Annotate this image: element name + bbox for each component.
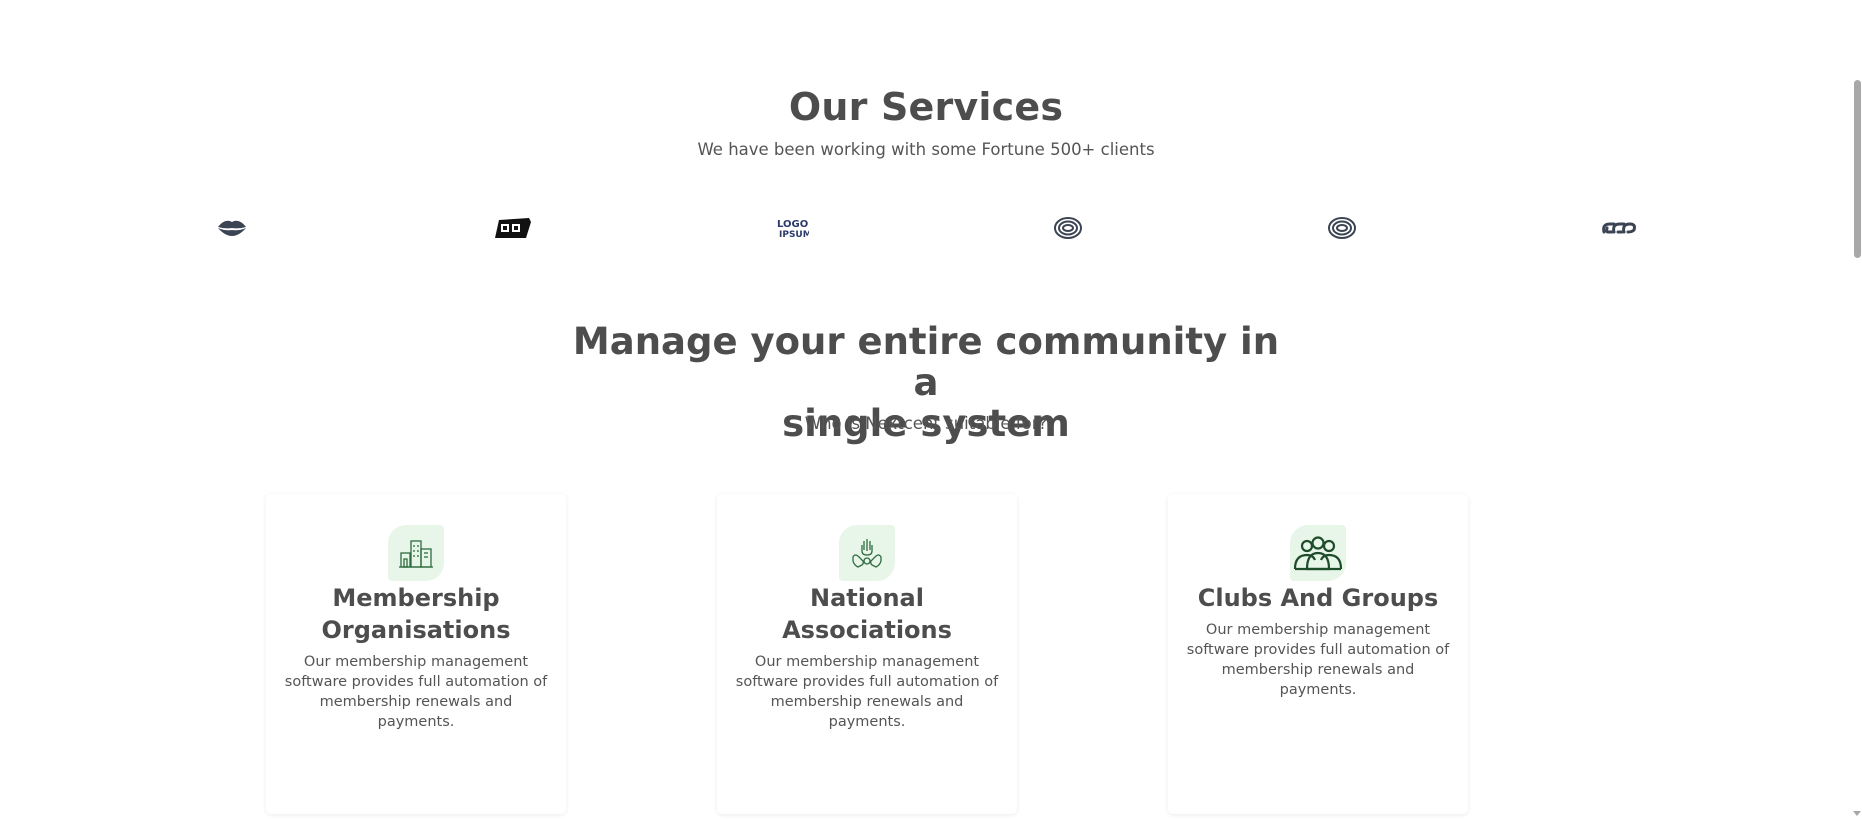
scrollbar[interactable] [1852,0,1862,819]
card-desc-line3: membership renewals and payments. [770,694,964,730]
page: Our Services We have been working with s… [0,0,1862,819]
client-logo-chain-icon [1599,214,1639,242]
scroll-down-arrow-icon[interactable] [1853,811,1861,816]
card-desc-line3: membership renewals and payments. [1221,662,1415,698]
community-title-line1: Manage your entire community in a [572,320,1280,404]
card-title-line1: Clubs And Groups [1197,584,1439,612]
client-logo-rings-icon [1326,214,1358,242]
card-title-line1: National [810,584,924,612]
scrollbar-thumb[interactable] [1854,80,1861,258]
card-desc-line1: Our membership management [1205,622,1431,638]
group-icon [1290,525,1346,581]
card-desc-line2: software provides full automation of [735,674,999,690]
card-title: Membership Organisations [276,582,556,646]
card-title-line2: Organisations [321,616,511,644]
services-title: Our Services [788,85,1064,129]
client-logo-box-icon [492,214,534,242]
card-title: Clubs And Groups [1178,582,1458,614]
card-desc-line1: Our membership management [754,654,980,670]
card-membership-organisations: Membership Organisations Our membership … [266,494,566,814]
card-desc-line3: membership renewals and payments. [319,694,513,730]
card-desc-line2: software provides full automation of [1186,642,1450,658]
services-subtitle: We have been working with some Fortune 5… [697,140,1155,159]
card-description: Our membership management software provi… [731,652,1003,732]
card-desc-line2: software provides full automation of [284,674,548,690]
community-subtitle: Who is Nextcent suitable for? [804,414,1048,433]
card-description: Our membership management software provi… [1182,620,1454,700]
card-desc-line1: Our membership management [303,654,529,670]
client-logo-lips-icon [216,214,248,242]
svg-text:IPSUM: IPSUM [779,230,809,240]
hands-icon [839,525,895,581]
card-description: Our membership management software provi… [280,652,552,732]
card-national-associations: National Associations Our membership man… [717,494,1017,814]
building-icon [388,525,444,581]
card-clubs-and-groups: Clubs And Groups Our membership manageme… [1168,494,1468,814]
svg-text:LOGO: LOGO [777,219,808,230]
card-title-line1: Membership [332,584,500,612]
card-title-line2: Associations [782,616,952,644]
client-logo-rings-icon [1052,214,1084,242]
card-title: National Associations [727,582,1007,646]
client-logo-logoipsum-icon: LOGO IPSUM [774,214,810,242]
